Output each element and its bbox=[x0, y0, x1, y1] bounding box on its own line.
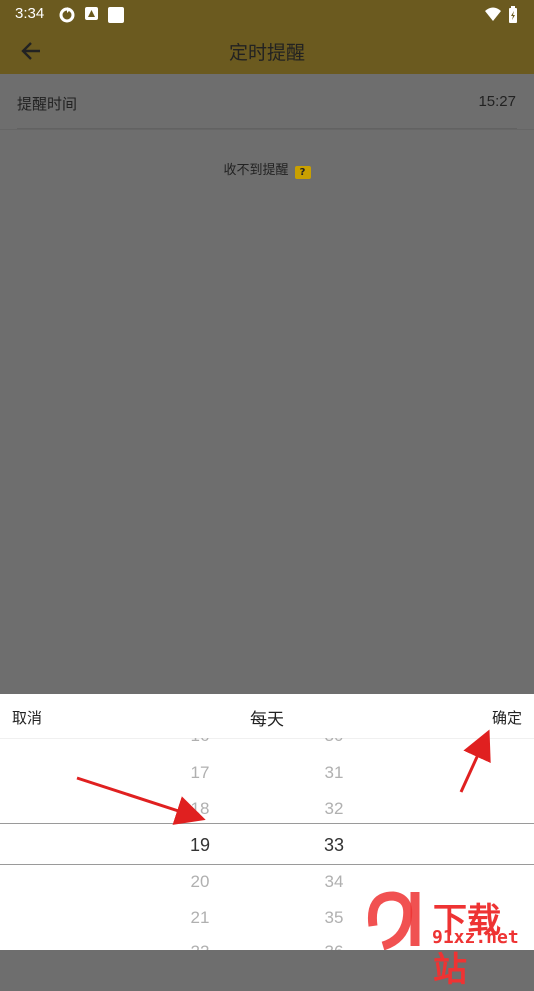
annotation-arrow bbox=[76, 776, 206, 825]
watermark-site: 91xz.net bbox=[432, 927, 519, 948]
annotation-arrow bbox=[459, 729, 491, 793]
annotation-arrows bbox=[76, 729, 491, 825]
